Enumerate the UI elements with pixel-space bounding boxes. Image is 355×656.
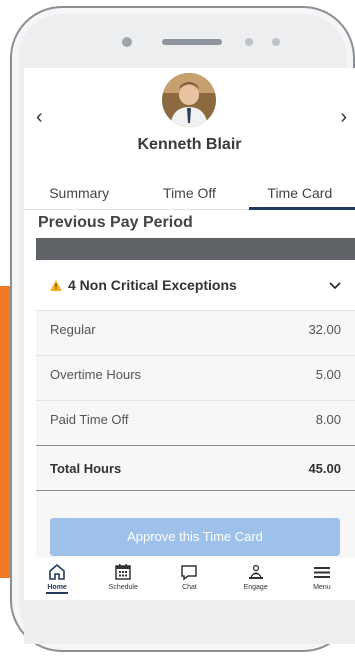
row-label: Paid Time Off — [50, 412, 129, 427]
home-icon — [49, 563, 65, 580]
nav-menu[interactable]: Menu — [294, 562, 350, 591]
app-screen: ‹ › Kenneth Blair Summary Time Off Time … — [24, 68, 355, 600]
hours-row-regular: Regular 32.00 — [36, 310, 355, 348]
total-label: Total Hours — [50, 460, 122, 476]
nav-label: Schedule — [108, 584, 138, 591]
calendar-icon — [115, 564, 132, 580]
front-camera — [122, 37, 132, 47]
active-indicator — [46, 592, 69, 594]
row-value: 8.00 — [315, 412, 341, 427]
nav-chat[interactable]: Chat — [161, 562, 217, 591]
menu-icon — [313, 567, 330, 578]
row-label: Overtime Hours — [50, 367, 142, 382]
nav-label: Menu — [313, 584, 331, 591]
total-value: 45.00 — [308, 460, 341, 476]
row-value: 32.00 — [308, 322, 341, 337]
time-card-panel: 4 Non Critical Exceptions Regular 32.00 … — [36, 260, 355, 600]
period-header-band — [36, 238, 355, 260]
next-employee-button[interactable]: › — [340, 106, 347, 129]
nav-home[interactable]: Home — [29, 562, 85, 594]
previous-employee-button[interactable]: ‹ — [36, 106, 43, 129]
total-hours-row: Total Hours 45.00 — [36, 445, 355, 491]
sensor-dot — [245, 38, 253, 46]
warning-icon — [50, 279, 62, 291]
nav-schedule[interactable]: Schedule — [95, 562, 151, 591]
period-title: Previous Pay Period — [38, 214, 193, 231]
row-value: 5.00 — [315, 367, 341, 382]
hours-row-overtime: Overtime Hours 5.00 — [36, 355, 355, 393]
nav-label: Engage — [243, 584, 268, 591]
tab-bar: Summary Time Off Time Card — [24, 184, 355, 210]
approve-time-card-button[interactable]: Approve this Time Card — [50, 518, 340, 556]
avatar — [162, 73, 216, 127]
chat-icon — [181, 565, 198, 581]
phone-bottom-bezel — [24, 600, 355, 644]
bottom-navigation: Home Schedule Chat Engage Menu — [24, 558, 355, 600]
tab-summary[interactable]: Summary — [24, 184, 134, 209]
tab-time-off[interactable]: Time Off — [134, 184, 244, 209]
hours-row-paid-time-off: Paid Time Off 8.00 — [36, 400, 355, 438]
exceptions-accordion[interactable]: 4 Non Critical Exceptions — [36, 260, 355, 310]
chevron-down-icon — [329, 277, 341, 293]
engage-icon — [248, 564, 263, 579]
tab-time-card[interactable]: Time Card — [245, 184, 355, 210]
exceptions-label: 4 Non Critical Exceptions — [68, 277, 237, 293]
nav-engage[interactable]: Engage — [228, 562, 284, 591]
nav-label: Home — [47, 584, 67, 591]
sensor-dot — [272, 38, 280, 46]
row-label: Regular — [50, 322, 96, 337]
employee-name: Kenneth Blair — [137, 136, 242, 153]
speaker-slot — [162, 39, 222, 45]
employee-header: ‹ › Kenneth Blair — [24, 68, 355, 183]
nav-label: Chat — [182, 584, 197, 591]
